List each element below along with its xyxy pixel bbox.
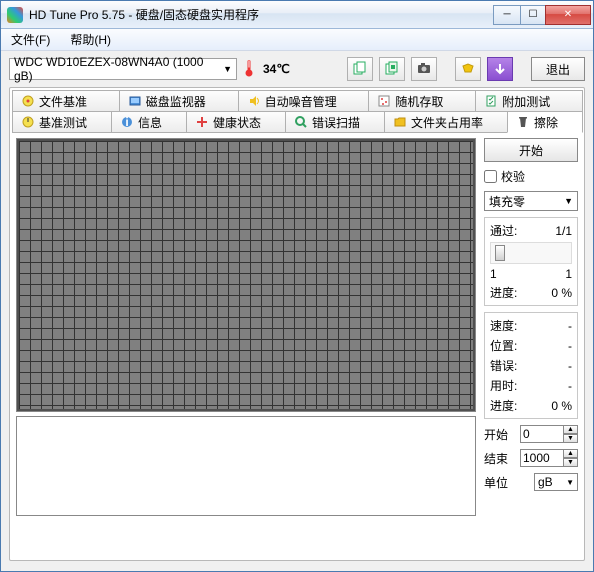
start-spinner[interactable]: ▲▼ [520, 425, 578, 443]
chevron-down-icon: ▼ [566, 478, 574, 487]
tab-error-scan[interactable]: 错误扫描 [285, 111, 385, 133]
range-max: 1 [565, 267, 572, 281]
start-field-label: 开始 [484, 426, 508, 443]
speed-label: 速度: [490, 317, 517, 334]
titlebar[interactable]: HD Tune Pro 5.75 - 硬盘/固态硬盘实用程序 ─ ☐ ✕ [1, 1, 593, 29]
temperature-value: 34℃ [263, 62, 290, 76]
svg-text:i: i [125, 115, 128, 129]
verify-checkbox-input[interactable] [484, 170, 497, 183]
end-field-label: 结束 [484, 450, 508, 467]
unit-select[interactable]: gB ▼ [534, 473, 578, 491]
maximize-button[interactable]: ☐ [520, 5, 546, 25]
window-title: HD Tune Pro 5.75 - 硬盘/固态硬盘实用程序 [29, 6, 494, 23]
spin-up-icon[interactable]: ▲ [563, 449, 578, 458]
spin-up-icon[interactable]: ▲ [563, 425, 578, 434]
errors-label: 错误: [490, 357, 517, 374]
end-row: 结束 ▲▼ [484, 449, 578, 467]
menu-file[interactable]: 文件(F) [5, 29, 56, 50]
chevron-down-icon: ▼ [223, 64, 232, 74]
tab-erase[interactable]: 擦除 [507, 111, 583, 133]
tab-disk-monitor[interactable]: 磁盘监视器 [119, 90, 239, 112]
progress2-value: 0 % [551, 399, 572, 413]
progress2-label: 进度: [490, 397, 517, 414]
drive-select[interactable]: WDC WD10EZEX-08WN4A0 (1000 gB) ▼ [9, 58, 237, 80]
unit-label: 单位 [484, 474, 508, 491]
save-screenshot-button[interactable] [411, 57, 437, 81]
tab-row-1: 文件基准 磁盘监视器 自动噪音管理 随机存取 附加测试 [12, 90, 582, 111]
menu-help[interactable]: 帮助(H) [64, 29, 117, 50]
tab-folder-usage[interactable]: 文件夹占用率 [384, 111, 508, 133]
speed-value: - [568, 319, 572, 333]
position-value: - [568, 339, 572, 353]
spin-down-icon[interactable]: ▼ [563, 434, 578, 443]
save-button[interactable] [487, 57, 513, 81]
app-window: HD Tune Pro 5.75 - 硬盘/固态硬盘实用程序 ─ ☐ ✕ 文件(… [0, 0, 594, 572]
exit-button[interactable]: 退出 [531, 57, 585, 81]
block-map [16, 138, 476, 412]
errors-value: - [568, 359, 572, 373]
pass-value: 1/1 [555, 224, 572, 238]
side-panel: 开始 校验 填充零 ▼ 通过: 1/1 1 1 进度: 0 % [484, 138, 578, 516]
fill-method-select[interactable]: 填充零 ▼ [484, 191, 578, 211]
thermometer-icon [243, 59, 255, 80]
main-panel: 文件基准 磁盘监视器 自动噪音管理 随机存取 附加测试 基准测试 i信息 健康状… [9, 87, 585, 561]
end-spinner[interactable]: ▲▼ [520, 449, 578, 467]
pass-group: 通过: 1/1 1 1 进度: 0 % [484, 217, 578, 306]
pass-slider[interactable] [490, 242, 572, 264]
tab-random-access[interactable]: 随机存取 [368, 90, 476, 112]
content-area: WDC WD10EZEX-08WN4A0 (1000 gB) ▼ 34℃ 退出 … [1, 51, 593, 571]
start-input[interactable] [520, 425, 564, 443]
minimize-button[interactable]: ─ [493, 5, 521, 25]
spin-down-icon[interactable]: ▼ [563, 458, 578, 467]
drive-select-value: WDC WD10EZEX-08WN4A0 (1000 gB) [14, 55, 223, 83]
copy-info-button[interactable] [347, 57, 373, 81]
tab-file-benchmark[interactable]: 文件基准 [12, 90, 120, 112]
status-group: 速度: - 位置: - 错误: - 用时: - 进度: 0 % [484, 312, 578, 419]
range-min: 1 [490, 267, 497, 281]
options-button[interactable] [455, 57, 481, 81]
elapsed-value: - [568, 379, 572, 393]
elapsed-label: 用时: [490, 377, 517, 394]
verify-checkbox[interactable]: 校验 [484, 168, 578, 185]
erase-tab-body: 开始 校验 填充零 ▼ 通过: 1/1 1 1 进度: 0 % [12, 132, 582, 516]
position-label: 位置: [490, 337, 517, 354]
app-icon [7, 7, 23, 23]
close-button[interactable]: ✕ [545, 5, 591, 25]
slider-thumb[interactable] [495, 245, 505, 261]
start-button[interactable]: 开始 [484, 138, 578, 162]
tab-extra-tests[interactable]: 附加测试 [475, 90, 583, 112]
copy-screenshot-button[interactable] [379, 57, 405, 81]
progress-value: 0 % [551, 286, 572, 300]
end-input[interactable] [520, 449, 564, 467]
pass-label: 通过: [490, 222, 517, 239]
tab-info[interactable]: i信息 [111, 111, 187, 133]
log-output [16, 416, 476, 516]
start-row: 开始 ▲▼ [484, 425, 578, 443]
unit-row: 单位 gB ▼ [484, 473, 578, 491]
tab-benchmark[interactable]: 基准测试 [12, 111, 112, 133]
progress-label: 进度: [490, 284, 517, 301]
tab-aam[interactable]: 自动噪音管理 [238, 90, 370, 112]
tab-health[interactable]: 健康状态 [186, 111, 286, 133]
menubar: 文件(F) 帮助(H) [1, 29, 593, 51]
tab-row-2: 基准测试 i信息 健康状态 错误扫描 文件夹占用率 擦除 [12, 111, 582, 132]
toolbar: WDC WD10EZEX-08WN4A0 (1000 gB) ▼ 34℃ 退出 [9, 57, 585, 81]
chevron-down-icon: ▼ [564, 196, 573, 206]
